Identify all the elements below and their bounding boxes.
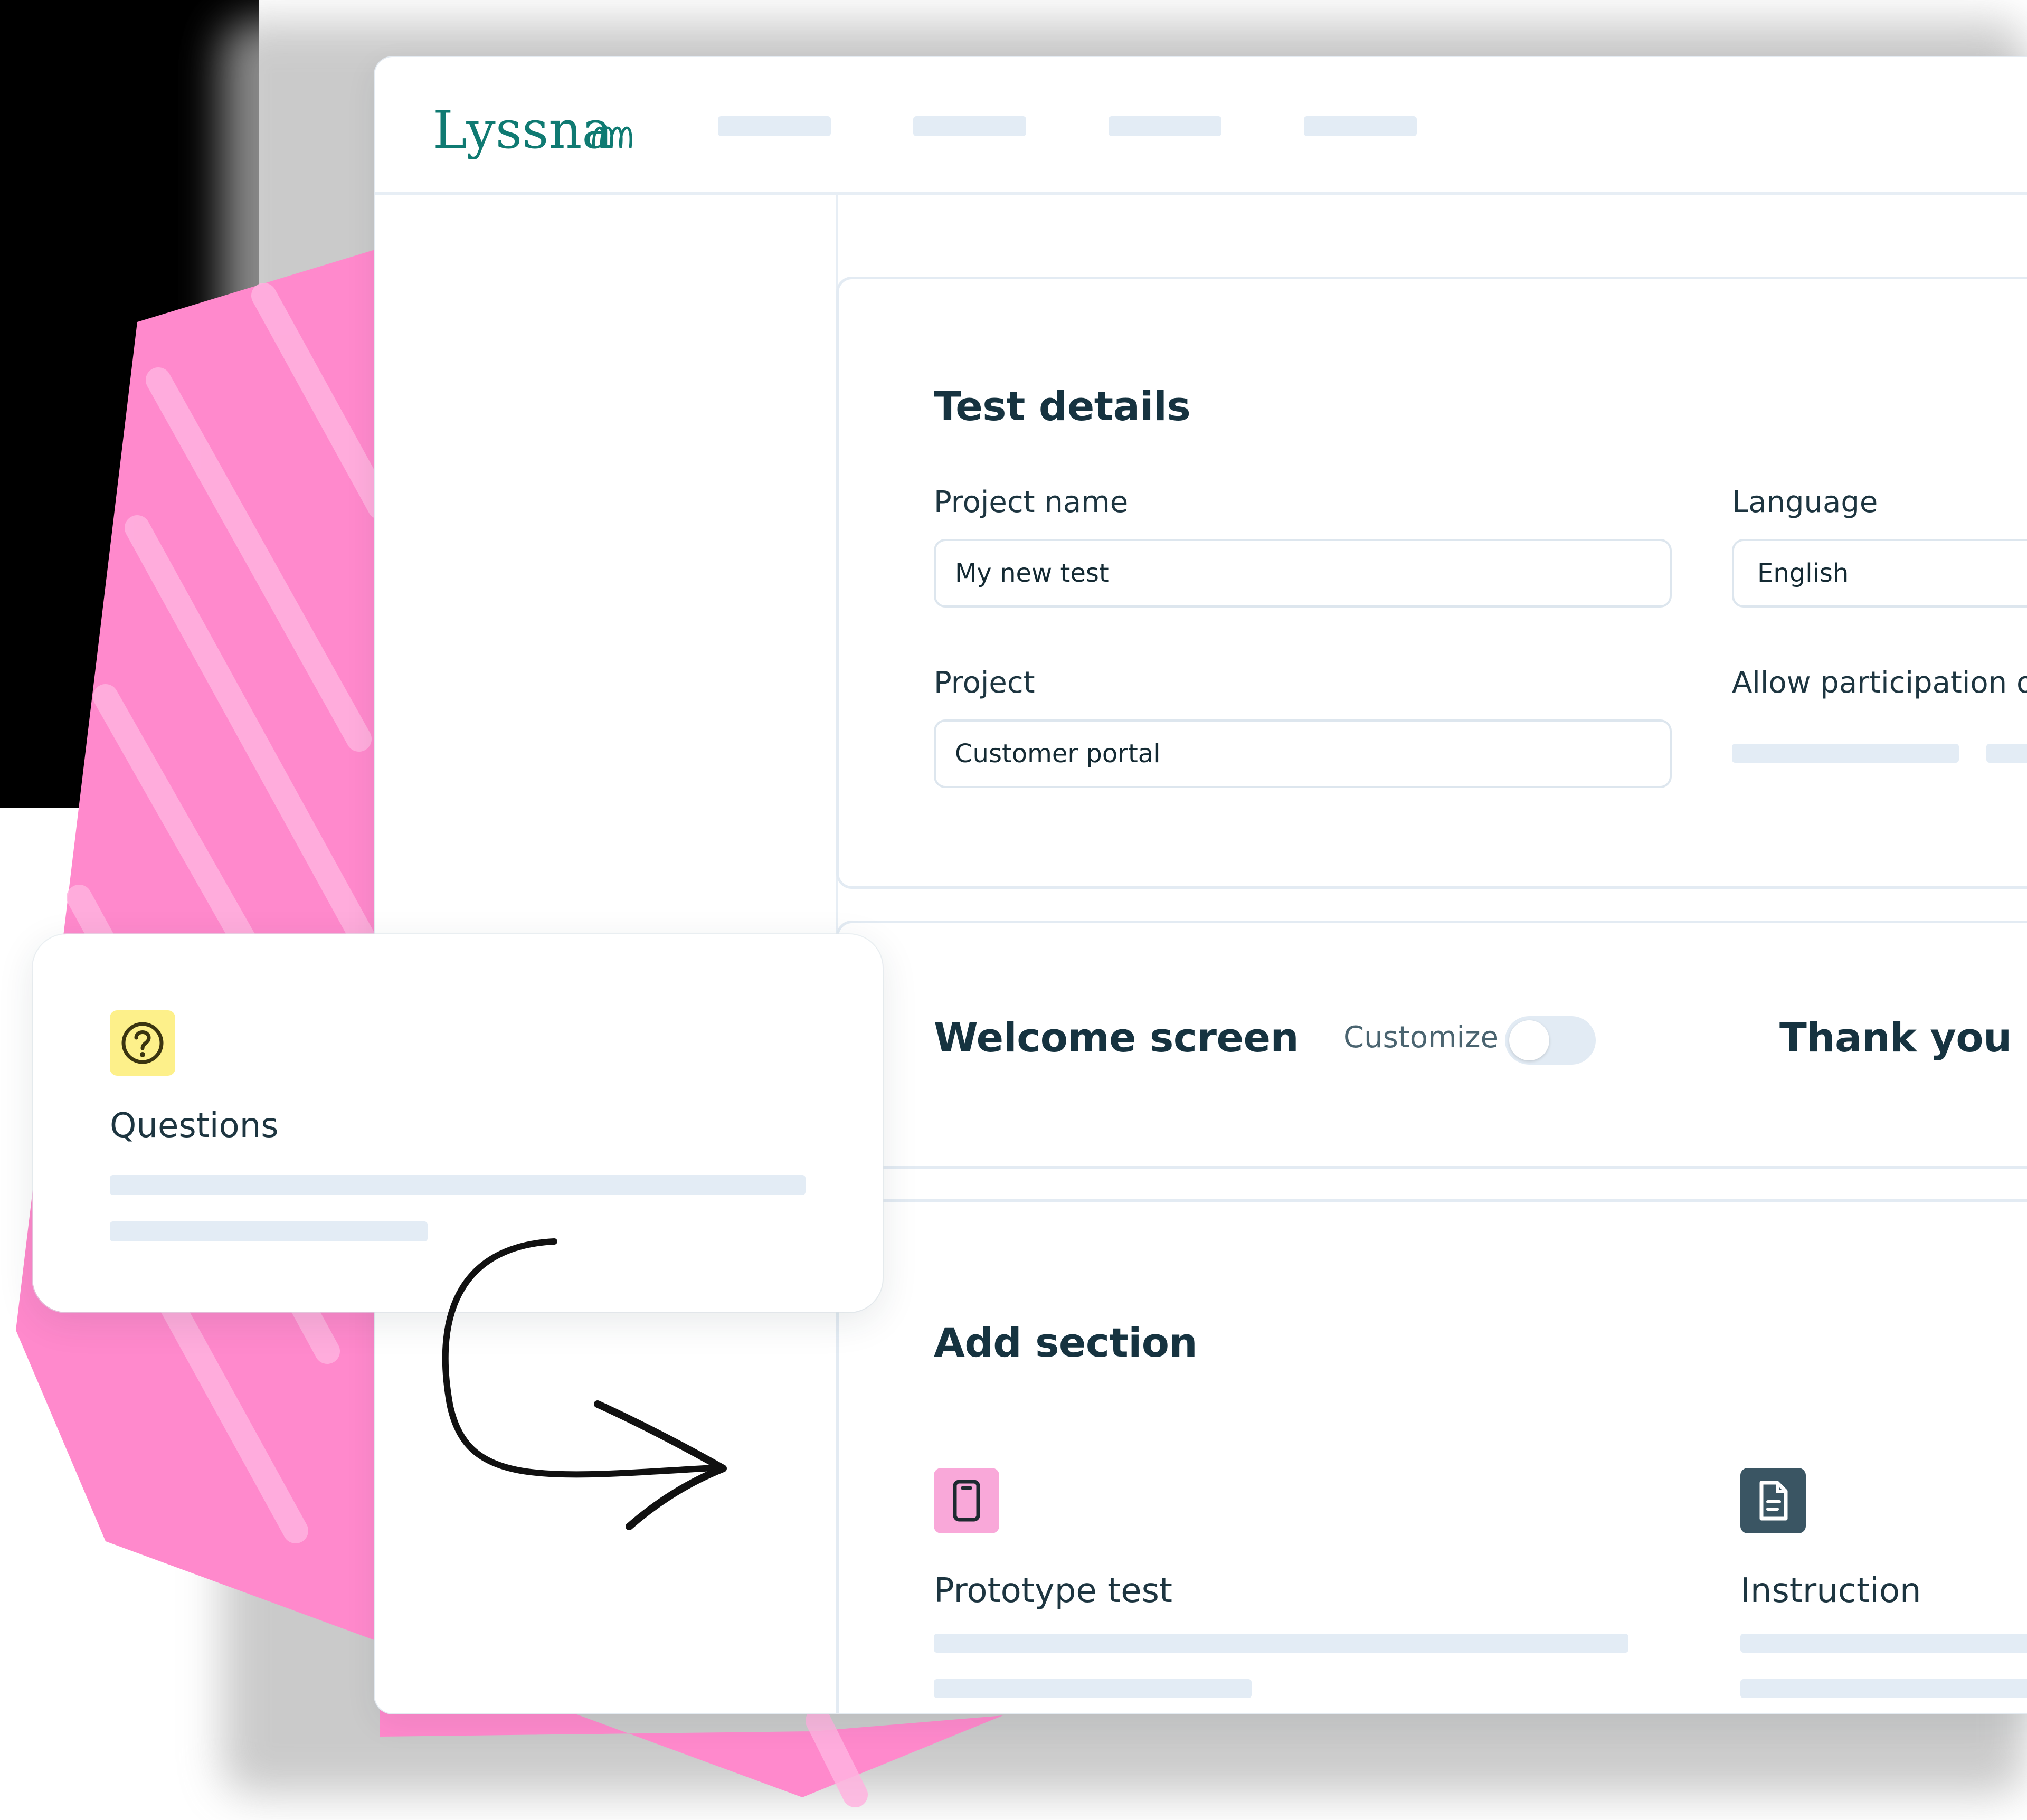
- hand-drawn-arrow: [442, 1238, 727, 1530]
